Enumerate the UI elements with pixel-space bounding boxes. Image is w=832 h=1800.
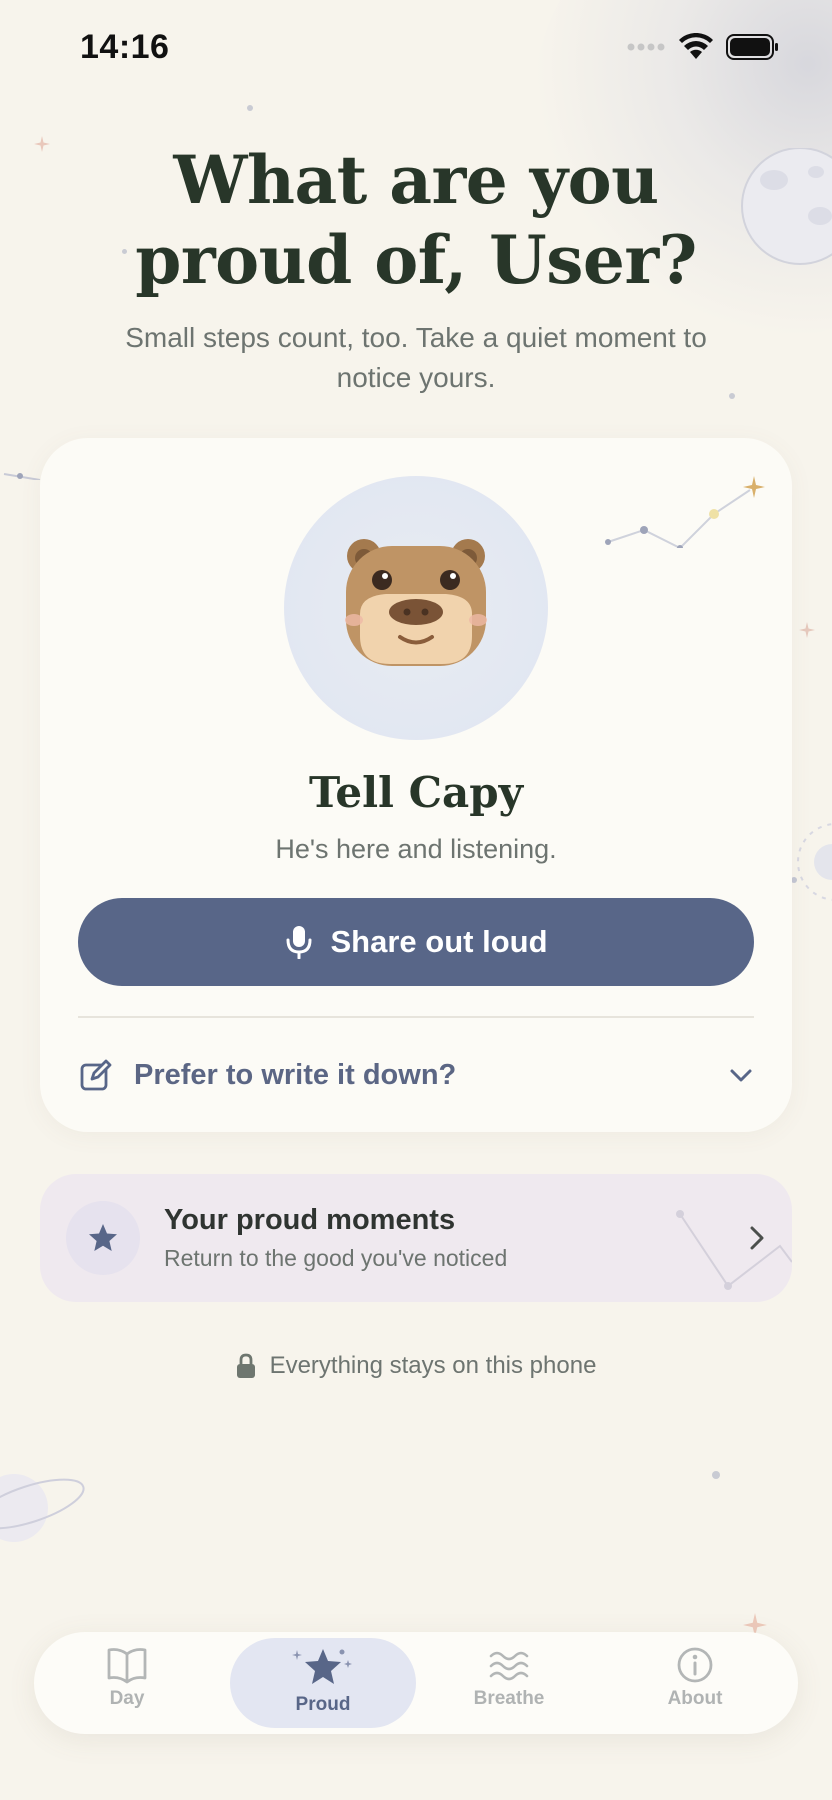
tab-proud[interactable]: Proud xyxy=(230,1638,416,1728)
tab-proud-label: Proud xyxy=(295,1694,351,1715)
sparkle-icon xyxy=(799,622,815,638)
edit-icon xyxy=(80,1059,112,1091)
battery-icon xyxy=(726,34,778,60)
write-it-down-toggle[interactable]: Prefer to write it down? xyxy=(78,1038,754,1112)
status-time: 14:16 xyxy=(80,28,170,66)
star-icon xyxy=(292,1649,352,1684)
tab-bar: Day Proud Breathe About xyxy=(34,1632,798,1734)
waves-icon xyxy=(489,1651,529,1681)
status-icons xyxy=(626,30,780,64)
constellation-icon xyxy=(605,476,765,548)
constellation-icon xyxy=(676,1210,792,1290)
tab-breathe-label: Breathe xyxy=(473,1688,545,1709)
tab-breathe[interactable]: Breathe xyxy=(416,1638,602,1728)
sparkle-icon xyxy=(34,136,50,152)
orbit-decoration xyxy=(791,823,832,901)
star-icon xyxy=(89,1224,117,1251)
page-subtitle: Small steps count, too. Take a quiet mom… xyxy=(125,322,707,393)
card-subtitle: He's here and listening. xyxy=(275,834,557,864)
moments-star-badge xyxy=(66,1201,140,1275)
capy-avatar xyxy=(284,476,548,740)
star-dot xyxy=(247,105,253,111)
share-out-loud-label: Share out loud xyxy=(330,924,548,959)
microphone-icon xyxy=(286,926,311,959)
card-title: Tell Capy xyxy=(308,768,524,817)
lock-icon xyxy=(236,1353,255,1378)
signal-icon xyxy=(627,43,665,51)
status-bar: 14:16 xyxy=(0,0,832,96)
proud-screen: 14:16 What are you proud of, User? Small… xyxy=(0,0,832,1800)
book-icon xyxy=(107,1648,147,1684)
tell-capy-card: Tell Capy He's here and listening. Share… xyxy=(40,438,792,1132)
tab-day-label: Day xyxy=(109,1688,145,1709)
proud-moments-link[interactable]: Your proud moments Return to the good yo… xyxy=(40,1174,792,1302)
page-title: What are you proud of, User? xyxy=(135,141,697,299)
info-icon xyxy=(677,1647,713,1683)
share-out-loud-button[interactable]: Share out loud xyxy=(78,898,754,986)
privacy-note: Everything stays on this phone xyxy=(0,1352,832,1380)
write-it-down-label: Prefer to write it down? xyxy=(134,1058,457,1091)
wifi-icon xyxy=(679,33,713,59)
tab-day[interactable]: Day xyxy=(34,1638,220,1728)
capybara-icon xyxy=(345,539,487,666)
star-dot xyxy=(712,1471,720,1479)
planet-icon xyxy=(0,1474,85,1542)
chevron-down-icon xyxy=(730,1069,752,1082)
privacy-note-text: Everything stays on this phone xyxy=(269,1352,597,1379)
card-divider xyxy=(78,1016,754,1018)
tab-about-label: About xyxy=(667,1688,723,1709)
tab-about[interactable]: About xyxy=(602,1638,788,1728)
constellation-icon xyxy=(3,473,41,480)
